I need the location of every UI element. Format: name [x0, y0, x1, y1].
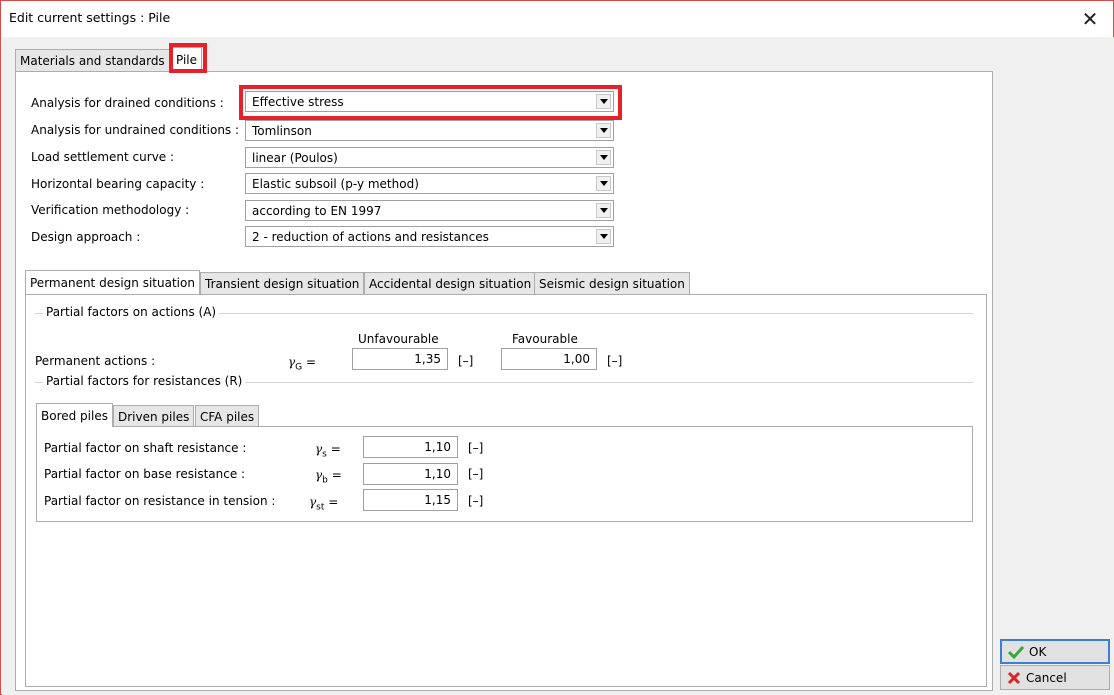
cross-icon: [1007, 671, 1021, 684]
select-value: linear (Poulos): [252, 150, 338, 165]
select-value: Tomlinson: [252, 123, 312, 138]
unit-label: [–]: [458, 354, 474, 368]
check-icon: [1008, 645, 1024, 659]
tab-label: Driven piles: [118, 409, 190, 424]
tab-label: Accidental design situation: [369, 276, 532, 291]
undrained-conditions-select[interactable]: Tomlinson: [245, 120, 614, 141]
tension-resistance-label: Partial factor on resistance in tension …: [44, 494, 276, 508]
tab-label: CFA piles: [200, 409, 255, 424]
gamma-s-symbol: γs =: [315, 442, 341, 460]
ok-label: OK: [1029, 644, 1047, 659]
load-settlement-curve-select[interactable]: linear (Poulos): [245, 147, 614, 168]
permanent-actions-label: Permanent actions :: [35, 354, 156, 368]
tab-cfa-piles[interactable]: CFA piles: [195, 405, 260, 427]
cancel-button[interactable]: Cancel: [1000, 665, 1110, 690]
close-icon: ✕: [1081, 7, 1099, 31]
tab-label: Bored piles: [41, 408, 108, 423]
tab-pile[interactable]: Pile: [171, 47, 203, 71]
tab-bored-piles[interactable]: Bored piles: [36, 403, 113, 427]
select-value: Effective stress: [252, 94, 344, 109]
select-value: according to EN 1997: [252, 203, 382, 218]
drained-conditions-select[interactable]: Effective stress: [245, 91, 614, 112]
drained-conditions-label: Analysis for drained conditions :: [31, 96, 224, 110]
gamma-s-input[interactable]: 1,10: [363, 436, 458, 458]
horizontal-bearing-capacity-label: Horizontal bearing capacity :: [31, 177, 205, 191]
unfavourable-column-header: Unfavourable: [358, 332, 439, 346]
tab-label: Permanent design situation: [30, 275, 195, 290]
select-value: Elastic subsoil (p-y method): [252, 176, 419, 191]
tab-label: Transient design situation: [205, 276, 360, 291]
gamma-b-input[interactable]: 1,10: [363, 463, 458, 485]
undrained-conditions-label: Analysis for undrained conditions :: [31, 123, 240, 137]
unit-label: [–]: [607, 354, 623, 368]
horizontal-bearing-capacity-select[interactable]: Elastic subsoil (p-y method): [245, 173, 614, 194]
gamma-st-input[interactable]: 1,15: [363, 489, 458, 511]
gamma-b-symbol: γb =: [315, 468, 342, 486]
window-title: Edit current settings : Pile: [9, 10, 171, 25]
select-value: 2 - reduction of actions and resistances: [252, 229, 489, 244]
chevron-down-icon: [596, 229, 611, 244]
tab-seismic-design-situation[interactable]: Seismic design situation: [534, 272, 690, 294]
tab-materials-and-standards[interactable]: Materials and standards: [15, 49, 170, 71]
gamma-st-symbol: γst =: [309, 495, 339, 513]
chevron-down-icon: [596, 150, 611, 165]
base-resistance-label: Partial factor on base resistance :: [44, 467, 246, 481]
unit-label: [–]: [468, 467, 484, 481]
chevron-down-icon: [596, 176, 611, 191]
chevron-down-icon: [596, 94, 611, 109]
shaft-resistance-label: Partial factor on shaft resistance :: [44, 441, 247, 455]
unit-label: [–]: [468, 494, 484, 508]
tab-label: Pile: [176, 52, 198, 67]
cancel-label: Cancel: [1026, 670, 1067, 685]
favourable-column-header: Favourable: [512, 332, 578, 346]
ok-button[interactable]: OK: [1000, 639, 1110, 664]
gamma-g-favourable-input[interactable]: 1,00: [501, 348, 597, 370]
close-button[interactable]: ✕: [1067, 1, 1113, 37]
resistances-group-title: Partial factors for resistances (R): [43, 374, 246, 388]
verification-methodology-label: Verification methodology :: [31, 203, 190, 217]
tab-label: Seismic design situation: [539, 276, 685, 291]
unit-label: [–]: [468, 441, 484, 455]
gamma-g-symbol: γG =: [288, 355, 317, 373]
settings-dialog: Edit current settings : Pile ✕ Materials…: [0, 0, 1114, 695]
chevron-down-icon: [596, 203, 611, 218]
tab-accidental-design-situation[interactable]: Accidental design situation: [364, 272, 537, 294]
tab-permanent-design-situation[interactable]: Permanent design situation: [25, 270, 200, 294]
title-bar: Edit current settings : Pile ✕: [1, 1, 1113, 37]
tab-label: Materials and standards: [20, 53, 165, 68]
load-settlement-curve-label: Load settlement curve :: [31, 150, 175, 164]
chevron-down-icon: [596, 123, 611, 138]
tab-transient-design-situation[interactable]: Transient design situation: [200, 272, 365, 294]
dialog-client-area: Materials and standards Pile Analysis fo…: [2, 37, 1114, 695]
design-approach-label: Design approach :: [31, 230, 141, 244]
verification-methodology-select[interactable]: according to EN 1997: [245, 200, 614, 221]
gamma-g-unfavourable-input[interactable]: 1,35: [352, 348, 448, 370]
design-approach-select[interactable]: 2 - reduction of actions and resistances: [245, 226, 614, 247]
actions-group-title: Partial factors on actions (A): [43, 305, 220, 319]
tab-driven-piles[interactable]: Driven piles: [113, 405, 195, 427]
